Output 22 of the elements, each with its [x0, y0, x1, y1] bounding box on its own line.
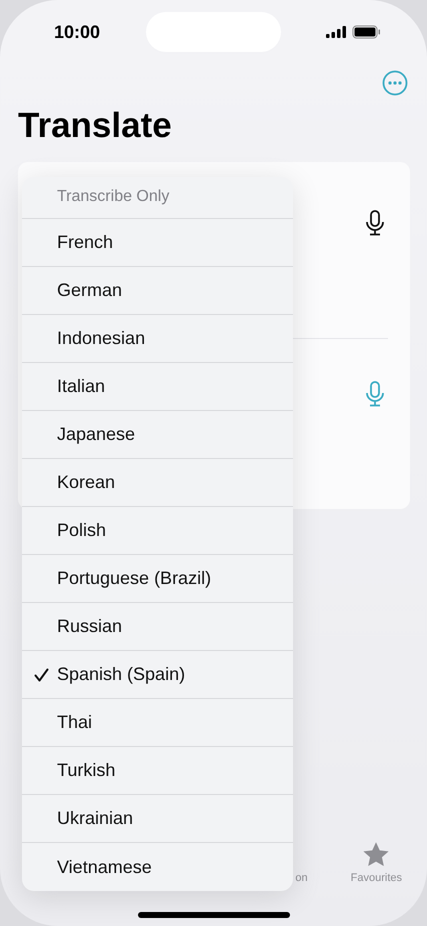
language-option[interactable]: Indonesian [22, 315, 293, 363]
language-option[interactable]: Italian [22, 363, 293, 411]
language-option[interactable]: German [22, 267, 293, 315]
language-option[interactable]: Polish [22, 507, 293, 555]
language-option[interactable]: Japanese [22, 411, 293, 459]
language-option[interactable]: Turkish [22, 747, 293, 795]
language-option[interactable]: Vietnamese [22, 843, 293, 891]
language-option[interactable]: Thai [22, 699, 293, 747]
language-option[interactable]: Korean [22, 459, 293, 507]
language-option[interactable]: Spanish (Spain) [22, 651, 293, 699]
language-option[interactable]: Portuguese (Brazil) [22, 555, 293, 603]
more-icon[interactable] [382, 70, 408, 96]
page-title: Translate [18, 106, 173, 146]
star-icon[interactable] [362, 841, 390, 868]
battery-icon [352, 25, 381, 39]
language-option[interactable]: Ukrainian [22, 795, 293, 843]
status-time: 10:00 [54, 22, 100, 42]
language-option[interactable]: French [22, 219, 293, 267]
microphone-icon[interactable] [366, 210, 384, 236]
signal-icon [326, 26, 346, 38]
menu-subtitle: Transcribe Only [57, 188, 170, 206]
language-option[interactable]: Russian [22, 603, 293, 651]
